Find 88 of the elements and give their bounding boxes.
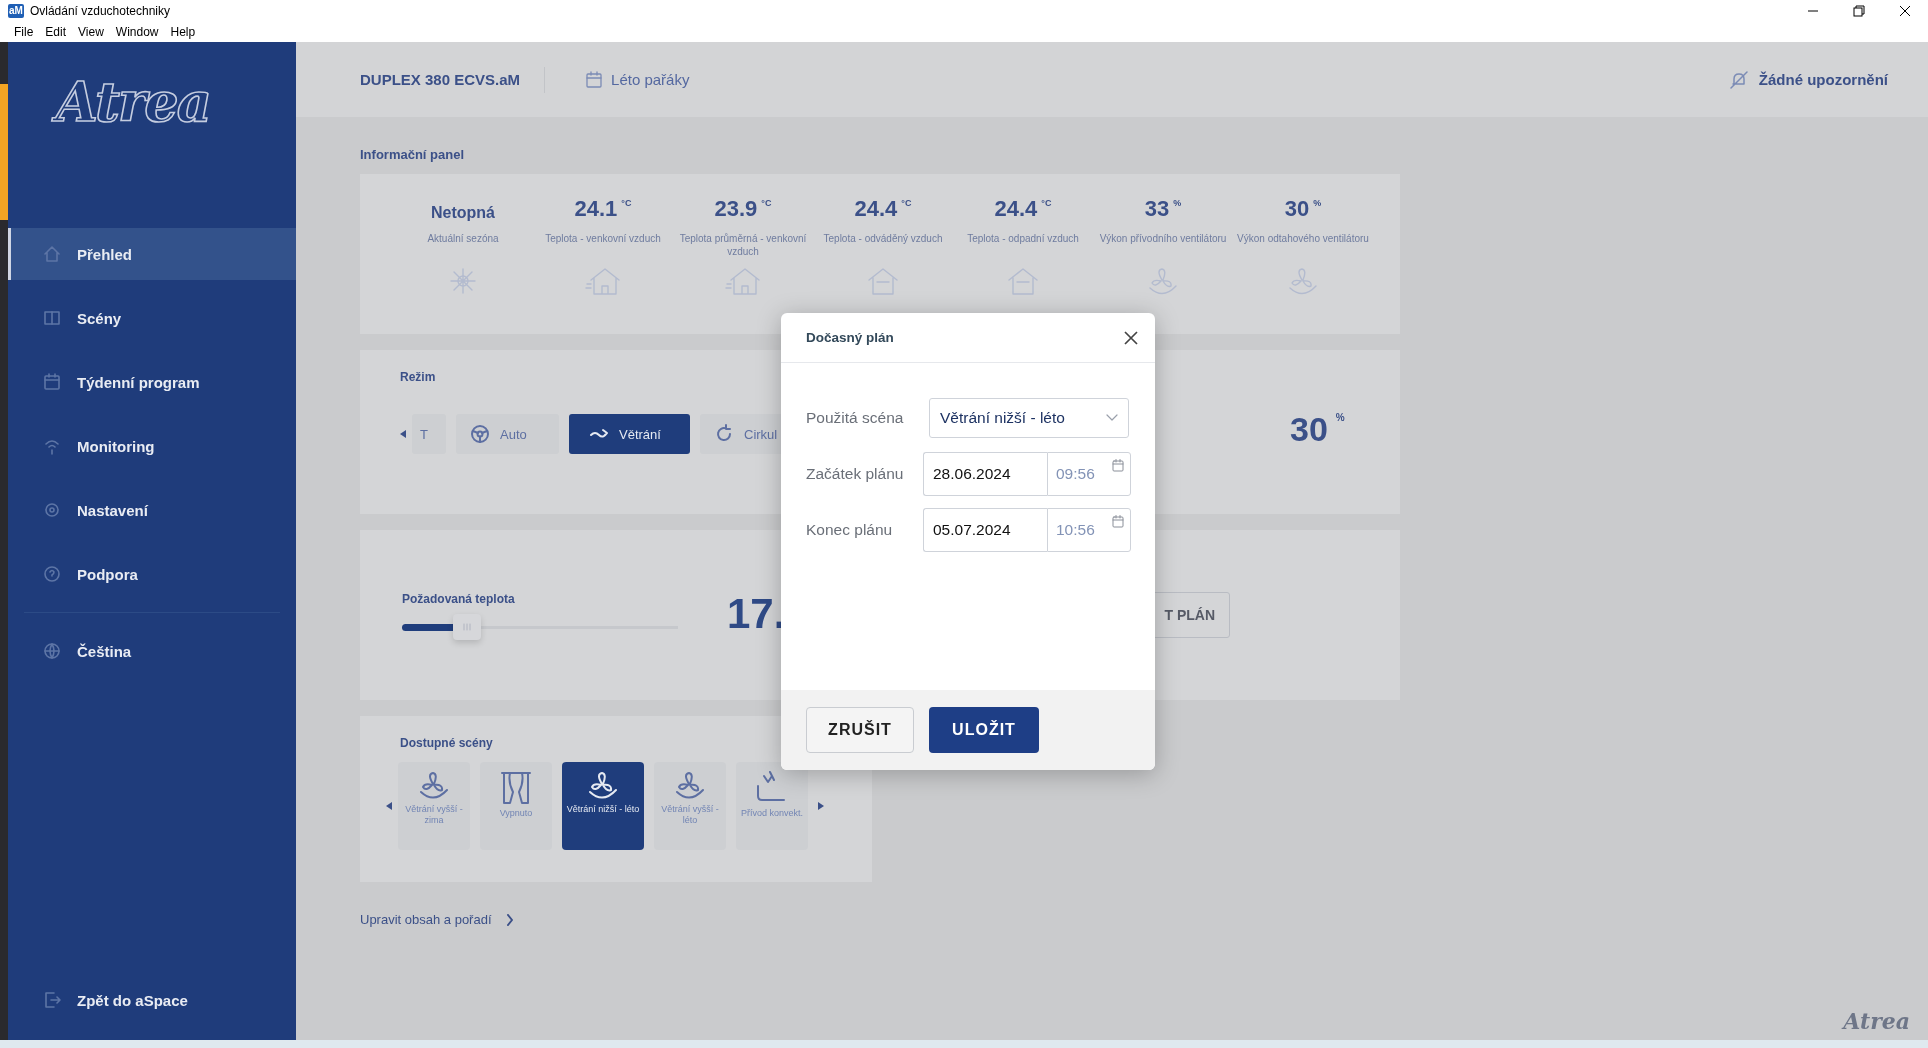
nav-item[interactable]: Scény <box>8 292 296 344</box>
notifications-link[interactable]: Žádné upozornění <box>1728 69 1888 90</box>
schedule-link[interactable]: Léto pařáky <box>585 70 690 89</box>
nav-item[interactable]: Zpět do aSpace <box>8 974 296 1026</box>
reading-label: Teplota průměrná - venkovní vzduch <box>678 232 808 259</box>
refresh-icon <box>714 424 734 444</box>
section-title: Dostupné scény <box>400 736 494 750</box>
panel-icon <box>43 309 61 327</box>
window-title: Ovládání vzduchotechniky <box>29 4 170 18</box>
app-icon: aM <box>8 4 24 18</box>
calendar-icon <box>1112 459 1124 472</box>
nav-item[interactable]: Přehled <box>8 228 296 280</box>
menu-item[interactable]: Window <box>115 25 159 39</box>
left-arrow-icon <box>400 430 406 438</box>
date-field[interactable]: 28.06.2024 <box>923 452 1047 496</box>
nav-item[interactable]: Čeština <box>8 625 296 677</box>
unit-label: °C <box>1041 198 1052 208</box>
reading-value: 24.1 <box>574 196 618 222</box>
fan-icon <box>673 770 707 802</box>
reading-label: Aktuální sezóna <box>426 232 500 246</box>
snowflake-icon <box>448 266 478 296</box>
globe-icon <box>43 642 61 660</box>
unit-label: °C <box>621 198 632 208</box>
unit-label: °C <box>901 198 912 208</box>
mode-button[interactable]: Větrání <box>569 414 690 454</box>
restore-icon <box>1852 4 1866 18</box>
section-title: Informační panel <box>360 147 466 162</box>
scene-select[interactable]: Větrání nižší - léto <box>929 398 1129 438</box>
chevron-right-icon <box>505 913 514 926</box>
reading-label: Teplota - venkovní vzduch <box>544 232 662 246</box>
menu-item[interactable]: View <box>78 25 104 39</box>
scene-tile[interactable]: Větrání nižší - léto <box>562 762 644 850</box>
nav-item[interactable]: Týdenní program <box>8 356 296 408</box>
unit-label: % <box>1335 412 1345 425</box>
calendar-icon <box>43 373 61 391</box>
close-icon <box>1898 4 1912 18</box>
settings-icon <box>43 501 61 519</box>
cancel-button[interactable]: ZRUŠIT <box>806 707 914 753</box>
right-arrow-icon <box>818 802 824 810</box>
field-label: Použitá scéna <box>806 409 905 427</box>
save-button[interactable]: ULOŽIT <box>929 707 1039 753</box>
reading-value: 33 <box>1144 196 1170 222</box>
calendar-icon <box>1112 515 1124 528</box>
fan-icon <box>586 770 620 802</box>
dialog-title: Dočasný plán <box>806 330 894 345</box>
left-arrow-icon <box>386 802 392 810</box>
reading-value: Netopná <box>431 204 495 222</box>
nav-item[interactable]: Monitoring <box>8 420 296 472</box>
reading-value: 23.9 <box>714 196 758 222</box>
reading-label: Výkon přívodního ventilátoru <box>1098 232 1228 246</box>
menu-item[interactable]: Help <box>170 25 196 39</box>
field-label: Začátek plánu <box>806 465 905 483</box>
menu-item[interactable]: File <box>14 25 34 39</box>
date-field[interactable]: 05.07.2024 <box>923 508 1047 552</box>
home-icon <box>43 245 61 263</box>
reading-value: 24.4 <box>854 196 898 222</box>
nav-item[interactable]: Nastavení <box>8 484 296 536</box>
unit-label: % <box>1313 198 1322 208</box>
device-name: DUPLEX 380 ECVS.aM <box>360 71 521 88</box>
slider-label: Požadovaná teplota <box>402 592 516 606</box>
bell-off-icon <box>1728 69 1749 90</box>
fan-power-value: 30 <box>1290 410 1328 449</box>
section-title: Režim <box>400 370 437 384</box>
footer-logo: Atrea <box>1840 1007 1911 1036</box>
curtain-icon <box>499 770 533 806</box>
reading-label: Teplota - odváděný vzduch <box>822 232 944 246</box>
close-button[interactable] <box>1123 329 1139 346</box>
slider-thumb[interactable] <box>453 614 482 640</box>
unit-label: °C <box>761 198 772 208</box>
calendar-icon <box>585 70 604 89</box>
reading-label: Teplota - odpadní vzduch <box>966 232 1080 246</box>
logo: Atrea <box>50 62 220 142</box>
reading-value: 30 <box>1284 196 1310 222</box>
signal-icon <box>43 437 61 455</box>
chevron-down-icon <box>1106 414 1118 422</box>
nav-item[interactable]: Podpora <box>8 548 296 600</box>
unit-label: % <box>1173 198 1182 208</box>
reading-value: 24.4 <box>994 196 1038 222</box>
exit-icon <box>43 991 61 1009</box>
help-icon <box>43 565 61 583</box>
menu-item[interactable]: Edit <box>45 25 67 39</box>
fan-icon <box>417 770 451 802</box>
edit-link[interactable]: Upravit obsah a pořadí <box>360 912 514 927</box>
airflow-icon <box>589 427 609 441</box>
temperature-value: 17. <box>727 590 786 638</box>
steering-wheel-icon <box>470 424 490 444</box>
reading-label: Výkon odtahového ventilátoru <box>1236 232 1370 246</box>
field-label: Konec plánu <box>806 521 894 539</box>
